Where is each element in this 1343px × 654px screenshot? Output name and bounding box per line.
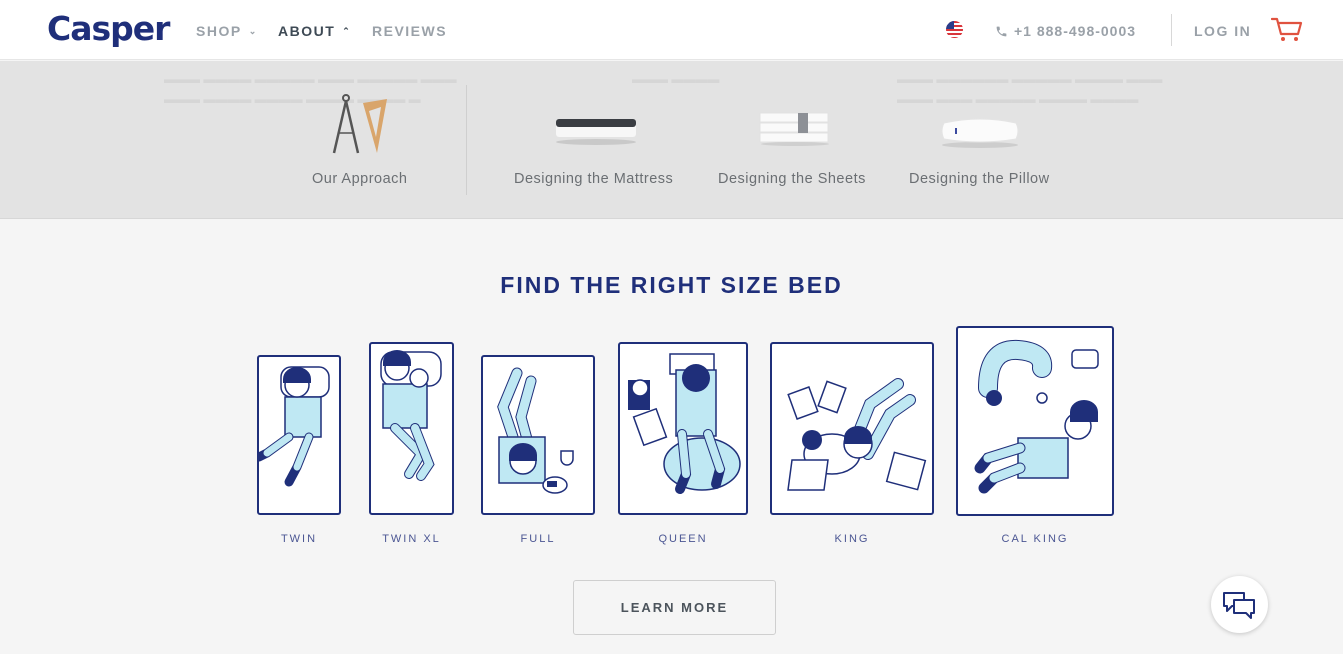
bed-card-twin-xl[interactable] [369, 342, 454, 515]
bed-card-king[interactable] [770, 342, 934, 515]
site-header: Casper SHOP ⌄ ABOUT ⌃ REVIEWS +1 888-498… [0, 0, 1343, 60]
bed-card-queen[interactable] [618, 342, 748, 515]
about-subnav: ▬▬▬ ▬▬▬▬ ▬▬▬▬▬ ▬▬▬ ▬▬▬▬▬ ▬▬▬ ▬▬▬ ▬▬▬▬ ▬▬▬… [0, 61, 1343, 219]
bed-label-queen: QUEEN [658, 533, 708, 545]
faded-text: ▬▬▬ ▬▬▬▬ ▬▬▬▬▬ ▬▬▬ ▬▬▬▬▬ ▬▬▬ ▬▬▬ ▬▬▬▬ ▬▬▬… [164, 72, 457, 106]
nav-shop-label: SHOP [196, 23, 242, 39]
chevron-down-icon: ⌄ [248, 25, 258, 36]
phone-icon [996, 26, 1007, 36]
bed-label-twin-xl: TWIN XL [382, 533, 441, 545]
faded-text: ▬▬▬ ▬▬▬▬ [632, 72, 720, 86]
nav-about-label: ABOUT [278, 23, 336, 39]
subnav-label: Designing the Mattress [514, 171, 674, 187]
chat-bubbles-icon [1222, 591, 1255, 619]
bed-card-twin[interactable] [257, 355, 341, 515]
phone-link[interactable]: +1 888-498-0003 [995, 23, 1136, 39]
section-title: FIND THE RIGHT SIZE BED [500, 272, 843, 298]
us-flag-icon[interactable] [946, 21, 963, 38]
sleeper-illustration [628, 353, 741, 494]
faded-text: ▬▬▬ ▬▬▬▬▬▬ ▬▬▬▬▬ ▬▬▬▬ ▬▬▬ ▬▬▬ ▬▬▬ ▬▬▬▬▬ ▬… [897, 72, 1163, 106]
learn-more-button[interactable]: LEARN MORE [573, 580, 776, 635]
bed-label-twin: TWIN [280, 533, 318, 545]
bed-label-cal-king: CAL KING [1001, 533, 1069, 545]
bed-label-full: FULL [520, 533, 556, 545]
bed-card-full[interactable] [481, 355, 595, 515]
casper-logo[interactable]: Casper [47, 9, 170, 48]
nav-reviews-label: REVIEWS [372, 23, 448, 39]
sheets-icon [759, 112, 829, 146]
nav-about[interactable]: ABOUT ⌃ [278, 23, 351, 39]
sleeper-illustration [259, 366, 330, 487]
pillow-icon [941, 118, 1019, 148]
sleeper-illustration [974, 339, 1099, 494]
subnav-label: Designing the Sheets [718, 171, 866, 187]
phone-number: +1 888-498-0003 [1014, 23, 1137, 39]
chat-button[interactable] [1211, 576, 1268, 633]
compass-ruler-icon [332, 94, 387, 154]
subnav-label: Our Approach [312, 171, 408, 187]
cart-icon[interactable] [1271, 17, 1303, 43]
chevron-up-icon: ⌃ [342, 25, 352, 36]
login-link[interactable]: LOG IN [1194, 23, 1251, 39]
bed-label-king: KING [834, 533, 870, 545]
sleeper-illustration [497, 367, 574, 494]
subnav-label: Designing the Pillow [909, 171, 1050, 187]
nav-reviews[interactable]: REVIEWS [372, 23, 447, 39]
header-divider [1171, 14, 1172, 46]
nav-shop[interactable]: SHOP ⌄ [196, 23, 258, 39]
mattress-icon [556, 119, 636, 145]
sleeper-illustration [787, 378, 927, 491]
bed-card-cal-king[interactable] [956, 326, 1114, 516]
sleeper-illustration [380, 350, 442, 481]
subnav-divider [466, 85, 467, 195]
